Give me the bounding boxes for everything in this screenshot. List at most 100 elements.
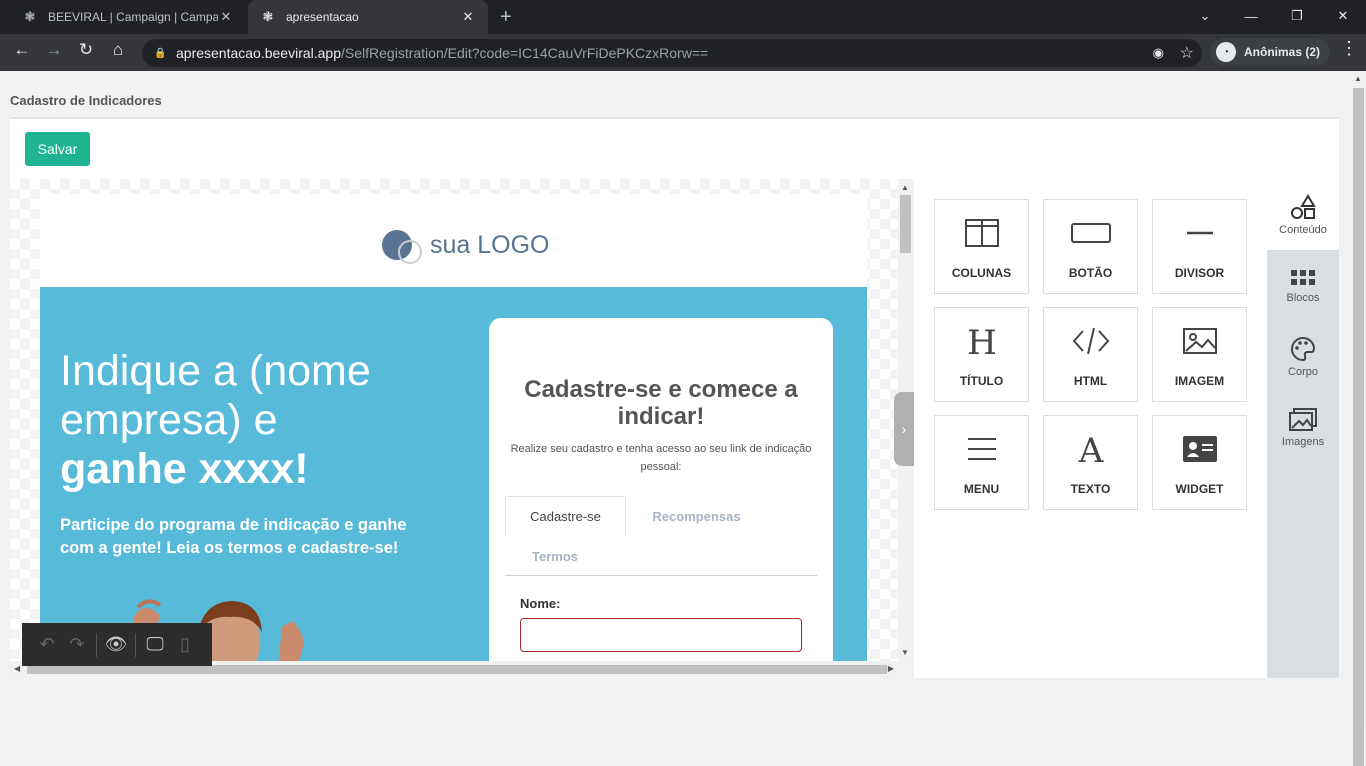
tab-cadastre-se[interactable]: Cadastre-se <box>505 496 626 536</box>
url-path: /SelfRegistration/Edit?code=IC14CauVrFiD… <box>341 45 709 61</box>
block-image[interactable]: IMAGEM <box>1152 307 1247 402</box>
side-tab-label: Blocos <box>1286 291 1320 304</box>
chevron-right-icon: › <box>901 421 907 437</box>
new-tab-button[interactable]: + <box>500 6 512 29</box>
undo-icon[interactable]: ↶ <box>32 634 62 655</box>
name-input[interactable] <box>520 618 802 652</box>
lock-icon: 🔒 <box>154 47 167 59</box>
eye-off-icon[interactable]: ◉ <box>1153 45 1164 61</box>
browser-tab-beeviral[interactable]: ❃ BEEVIRAL | Campaign | Campaign ✕ <box>10 0 246 34</box>
palette-icon <box>1291 336 1316 361</box>
scroll-thumb[interactable] <box>900 195 911 253</box>
block-label: HTML <box>1073 374 1108 388</box>
side-tab-blocos[interactable]: Blocos <box>1267 250 1339 321</box>
columns-icon <box>964 214 1000 252</box>
block-heading[interactable]: H TÍTULO <box>934 307 1029 402</box>
toolbar-panel: Salvar <box>10 117 1339 179</box>
close-tab-icon[interactable]: ✕ <box>218 9 234 25</box>
side-tab-imagens[interactable]: Imagens <box>1267 392 1339 463</box>
block-label: TÍTULO <box>959 374 1004 388</box>
scroll-up-icon[interactable]: ▲ <box>1354 74 1362 83</box>
block-label: BOTÃO <box>1068 266 1113 280</box>
window-controls: ⌄ — ❐ ✕ <box>1182 0 1366 32</box>
block-label: TEXTO <box>1070 482 1111 496</box>
hero-subtitle: Participe do programa de indicação e gan… <box>60 516 407 557</box>
scroll-thumb[interactable] <box>1353 88 1364 766</box>
hero-title-bold: ganhe xxxx! <box>60 445 309 493</box>
scroll-down-icon[interactable]: ▼ <box>901 648 909 657</box>
content-panel: COLUNAS BOTÃO DIVISOR H TÍTULO HTML IMAG… <box>914 179 1267 678</box>
browser-tab-bar: ❃ BEEVIRAL | Campaign | Campaign ✕ ❃ apr… <box>0 0 1366 34</box>
mobile-view-icon[interactable]: ▯ <box>170 634 200 655</box>
block-label: IMAGEM <box>1174 374 1225 388</box>
form-title: Cadastre-se e comece a indicar! <box>524 376 798 430</box>
more-menu-icon[interactable]: ⋮ <box>1340 38 1358 59</box>
text-icon: A <box>1075 430 1107 468</box>
block-text[interactable]: A TEXTO <box>1043 415 1138 510</box>
toolbar-separator <box>96 632 97 657</box>
divider-icon <box>1185 214 1215 252</box>
restore-icon[interactable]: ❐ <box>1274 0 1320 32</box>
close-tab-icon[interactable]: ✕ <box>460 9 476 25</box>
editor-canvas[interactable]: sua LOGO Indique a (nome empresa) e ganh… <box>10 179 898 661</box>
star-icon[interactable]: ☆ <box>1180 43 1194 63</box>
url-host: apresentacao.beeviral.app <box>176 45 342 61</box>
block-menu[interactable]: MENU <box>934 415 1029 510</box>
home-icon[interactable]: ⌂ <box>106 40 130 60</box>
side-tab-conteudo[interactable]: Conteúdo <box>1267 179 1339 250</box>
image-icon <box>1182 322 1218 360</box>
editor-bottom-toolbar: ↶ ↷ 👁 🖵 ▯ <box>22 623 212 666</box>
scroll-up-icon[interactable]: ▲ <box>901 183 909 192</box>
side-tab-label: Imagens <box>1281 435 1325 448</box>
block-columns[interactable]: COLUNAS <box>934 199 1029 294</box>
logo-ring <box>398 240 422 264</box>
bee-favicon-icon: ❃ <box>262 9 274 24</box>
logo-text: sua LOGO <box>430 230 550 259</box>
redo-icon[interactable]: ↷ <box>62 634 92 655</box>
svg-text:A: A <box>1077 432 1103 466</box>
registration-form-card: Cadastre-se e comece a indicar! Realize … <box>489 318 833 661</box>
minimize-icon[interactable]: — <box>1228 0 1274 32</box>
block-widget[interactable]: WIDGET <box>1152 415 1247 510</box>
scroll-right-icon[interactable]: ▶ <box>888 664 894 673</box>
incognito-profile-button[interactable]: ◔ Anônimas (2) <box>1210 38 1331 66</box>
block-label: WIDGET <box>1175 482 1224 496</box>
block-label: DIVISOR <box>1174 266 1225 280</box>
forward-icon[interactable]: → <box>42 40 66 60</box>
browser-tab-apresentacao[interactable]: ❃ apresentacao ✕ <box>248 0 488 34</box>
save-button[interactable]: Salvar <box>25 132 90 166</box>
block-button[interactable]: BOTÃO <box>1043 199 1138 294</box>
desktop-view-icon[interactable]: 🖵 <box>140 634 170 655</box>
back-icon[interactable]: ← <box>10 40 34 60</box>
block-html[interactable]: HTML <box>1043 307 1138 402</box>
panel-toggle-button[interactable]: › <box>894 392 914 466</box>
reload-icon[interactable]: ↻ <box>74 40 98 60</box>
name-label: Nome: <box>520 596 561 611</box>
images-icon <box>1289 407 1317 431</box>
side-tab-rail: Conteúdo Blocos Corpo Imagens <box>1267 179 1339 678</box>
heading-icon: H <box>966 322 998 360</box>
hero-section[interactable]: Indique a (nome empresa) e ganhe xxxx! P… <box>40 287 867 661</box>
tab-title: apresentacao <box>286 10 359 24</box>
logo-row[interactable]: sua LOGO <box>40 194 867 287</box>
menu-icon <box>966 430 998 468</box>
tab-search-icon[interactable]: ⌄ <box>1182 0 1228 32</box>
svg-text:H: H <box>967 324 997 358</box>
close-window-icon[interactable]: ✕ <box>1320 0 1366 32</box>
scroll-thumb[interactable] <box>27 665 887 674</box>
logo: sua LOGO <box>382 226 550 264</box>
tab-termos[interactable]: Termos <box>505 536 605 576</box>
widget-icon <box>1182 430 1218 468</box>
code-icon <box>1071 322 1111 360</box>
tab-recompensas[interactable]: Recompensas <box>639 496 754 536</box>
scroll-left-icon[interactable]: ◀ <box>14 664 20 673</box>
tabs-divider <box>505 575 817 576</box>
address-bar: ← → ↻ ⌂ 🔒 apresentacao.beeviral.app/Self… <box>0 34 1366 71</box>
block-divider[interactable]: DIVISOR <box>1152 199 1247 294</box>
side-tab-corpo[interactable]: Corpo <box>1267 321 1339 392</box>
grid-icon <box>1291 269 1315 285</box>
preview-eye-icon[interactable]: 👁 <box>101 634 131 655</box>
url-field[interactable]: 🔒 apresentacao.beeviral.app/SelfRegistra… <box>142 39 1202 67</box>
block-label: MENU <box>963 482 1000 496</box>
page-vertical-scrollbar[interactable]: ▲ <box>1351 71 1366 766</box>
